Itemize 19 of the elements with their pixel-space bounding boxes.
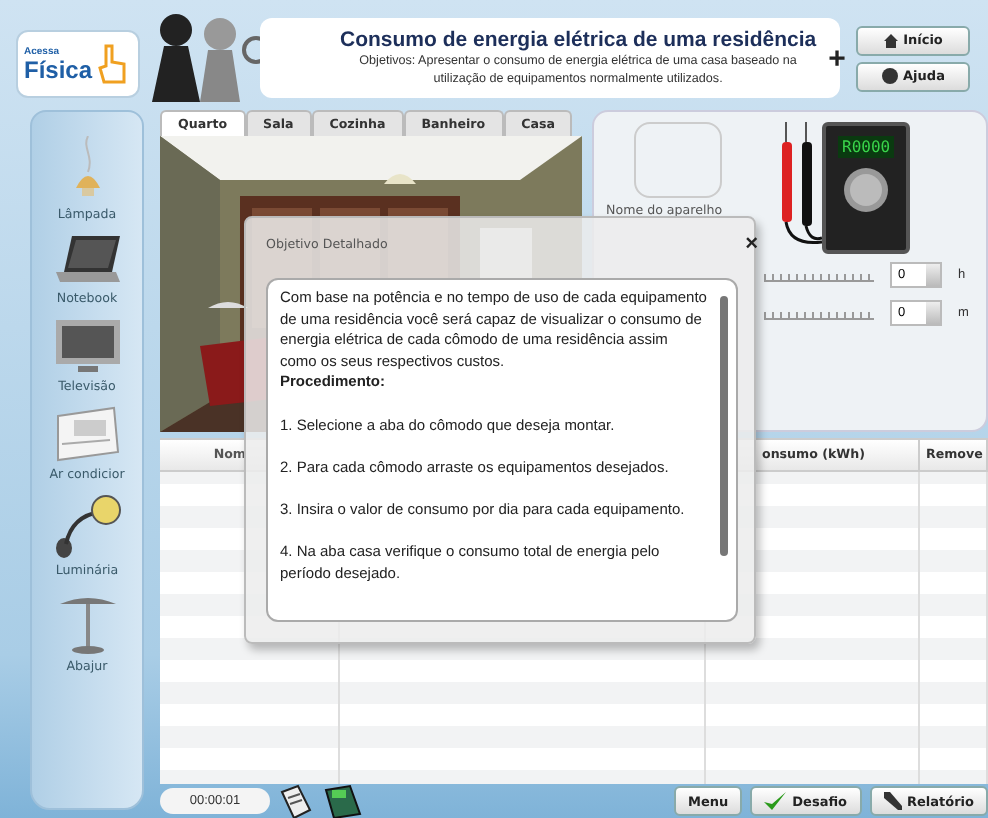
- television-icon: [51, 316, 123, 376]
- device-image-slot: [634, 122, 722, 198]
- slider-track[interactable]: [764, 306, 874, 320]
- check-icon: [764, 791, 787, 811]
- slider-track[interactable]: [764, 268, 874, 282]
- pointing-hand-icon: [96, 42, 129, 86]
- meter-display: R0000: [838, 136, 895, 158]
- calculator-icon[interactable]: [322, 783, 362, 818]
- desk-lamp-icon: [51, 492, 123, 560]
- close-button[interactable]: ×: [745, 232, 758, 256]
- app-title: Consumo de energia elétrica de uma residência: [340, 28, 817, 52]
- laptop-icon: [51, 232, 123, 288]
- logo-title: Física: [24, 58, 93, 82]
- home-icon: [883, 33, 898, 47]
- pencil-icon: [883, 792, 901, 810]
- dial-knob-icon: [842, 166, 891, 214]
- notebook-icon[interactable]: [278, 783, 314, 818]
- scrollbar[interactable]: [720, 296, 728, 556]
- expand-button[interactable]: +: [828, 41, 846, 75]
